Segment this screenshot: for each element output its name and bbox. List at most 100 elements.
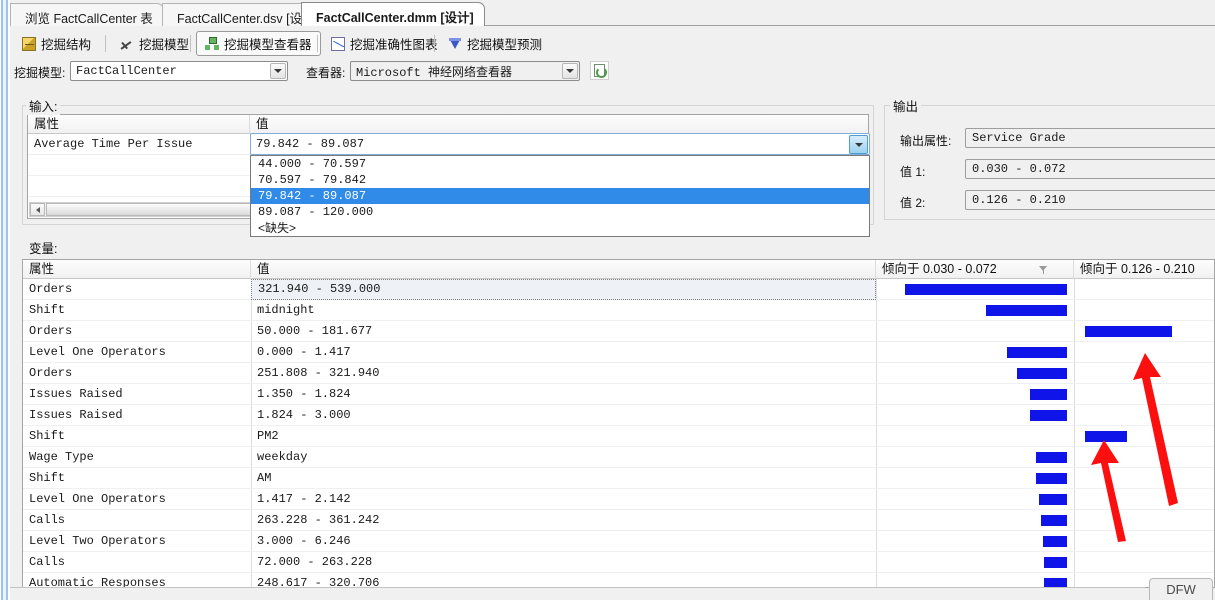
input-col-attribute[interactable]: 属性 (28, 115, 250, 134)
mining-model-value: FactCallCenter (76, 64, 177, 78)
favors-1-bar (1036, 452, 1067, 463)
table-row[interactable]: Issues Raised 1.824 - 3.000 (23, 405, 1214, 426)
mining-model-label: 挖掘模型: (14, 66, 66, 80)
favors-1-bar (1007, 347, 1067, 358)
favors-1-bar (1043, 536, 1067, 547)
variables-col-favors-2[interactable]: 倾向于 0.126 - 0.210 (1074, 260, 1214, 279)
refresh-viewer-button[interactable] (590, 61, 609, 80)
dropdown-option[interactable]: 44.000 - 70.597 (251, 156, 869, 172)
row-attribute: Shift (29, 303, 66, 317)
table-row[interactable]: Shift PM2 (23, 426, 1214, 447)
document-tab-browse[interactable]: 浏览 FactCallCenter 表 (10, 3, 164, 26)
tab-mining-structure[interactable]: 挖掘结构 (14, 31, 99, 56)
row-value: PM2 (257, 429, 279, 443)
designer-tab-row: 挖掘结构 挖掘模型 挖掘模型查看器 挖掘准确性图表 挖掘模型预测 (10, 31, 1215, 57)
row-attribute: Issues Raised (29, 387, 123, 401)
row-value: 1.824 - 3.000 (257, 408, 351, 422)
favors-2-bar (1085, 326, 1172, 337)
favors-1-bar (1036, 473, 1067, 484)
document-tab-dmm[interactable]: FactCallCenter.dmm [设计] (301, 2, 485, 26)
row-value: 0.000 - 1.417 (257, 345, 351, 359)
row-value: 3.000 - 6.246 (257, 534, 351, 548)
table-row[interactable]: Issues Raised 1.350 - 1.824 (23, 384, 1214, 405)
table-row[interactable]: Shift midnight (23, 300, 1214, 321)
input-col-value[interactable]: 值 (250, 115, 868, 134)
input-table-header: 属性 值 (28, 115, 868, 134)
row-attribute: Wage Type (29, 450, 94, 464)
row-attribute: Level Two Operators (29, 534, 166, 548)
row-attribute: Orders (29, 282, 73, 296)
row-value: 1.350 - 1.824 (257, 387, 351, 401)
document-tab-strip: 浏览 FactCallCenter 表 FactCallCenter.dsv [… (10, 0, 1215, 26)
viewer-chevron-down-icon[interactable] (562, 63, 578, 79)
dropdown-option-selected[interactable]: 79.842 - 89.087 (251, 188, 869, 204)
input-row-attribute: Average Time Per Issue (34, 137, 193, 151)
tab-mining-model-viewer-label: 挖掘模型查看器 (224, 38, 312, 52)
table-row[interactable]: Orders 50.000 - 181.677 (23, 321, 1214, 342)
mining-model-label-wrap: 挖掘模型: (14, 64, 65, 86)
input-value-chevron-down-icon[interactable] (849, 135, 868, 154)
dropdown-option-missing[interactable]: <缺失> (251, 220, 869, 236)
row-attribute: Automatic Responses (29, 576, 166, 588)
chevron-down-icon[interactable] (270, 63, 286, 79)
dropdown-option[interactable]: 89.087 - 120.000 (251, 204, 869, 220)
row-attribute: Shift (29, 429, 66, 443)
table-row[interactable]: Calls 263.228 - 361.242 (23, 510, 1214, 531)
table-row[interactable]: Orders 321.940 - 539.000 (23, 279, 1214, 300)
table-row[interactable]: Wage Type weekday (23, 447, 1214, 468)
tab-mining-model-label: 挖掘模型 (139, 38, 190, 52)
table-row[interactable]: Level Two Operators 3.000 - 6.246 (23, 531, 1214, 552)
table-row[interactable]: Automatic Responses 248.617 - 320.706 (23, 573, 1214, 588)
dropdown-option[interactable]: 70.597 - 79.842 (251, 172, 869, 188)
row-value: 72.000 - 263.228 (257, 555, 373, 569)
tab-accuracy-chart[interactable]: 挖掘准确性图表 (323, 31, 446, 56)
row-value: 321.940 - 539.000 (251, 279, 876, 300)
accuracy-chart-icon (331, 36, 345, 51)
table-row[interactable]: Shift AM (23, 468, 1214, 489)
value1-value: 0.030 - 0.072 (965, 159, 1215, 179)
row-attribute: Issues Raised (29, 408, 123, 422)
table-row[interactable]: Level One Operators 1.417 - 2.142 (23, 489, 1214, 510)
tab-divider-4 (434, 35, 435, 52)
tab-mining-structure-label: 挖掘结构 (41, 38, 92, 52)
favors-2-bar (1085, 431, 1127, 442)
scroll-left-arrow-icon[interactable] (30, 203, 45, 216)
status-badge[interactable]: DFW (1149, 578, 1213, 600)
input-value-selected: 79.842 - 89.087 (256, 137, 365, 151)
row-attribute: Calls (29, 513, 66, 527)
tab-divider-3 (317, 35, 318, 52)
tab-model-prediction-label: 挖掘模型预测 (467, 38, 543, 52)
row-value: 50.000 - 181.677 (257, 324, 373, 338)
variables-table-header: 属性 值 倾向于 0.030 - 0.072 倾向于 0.126 - 0.210 (23, 260, 1214, 279)
favors-1-bar (1044, 557, 1067, 568)
favors-1-bar (1039, 494, 1067, 505)
row-attribute: Orders (29, 324, 73, 338)
table-row[interactable]: Calls 72.000 - 263.228 (23, 552, 1214, 573)
output-attribute-value: Service Grade (965, 128, 1215, 148)
row-attribute: Level One Operators (29, 492, 166, 506)
mining-structure-icon (22, 36, 36, 51)
row-attribute: Shift (29, 471, 66, 485)
viewer-combobox[interactable]: Microsoft 神经网络查看器 (350, 61, 580, 81)
variables-col-value[interactable]: 值 (251, 260, 876, 279)
tab-mining-model[interactable]: 挖掘模型 (112, 31, 197, 56)
refresh-viewer-icon (594, 64, 607, 78)
variables-group-title: 变量: (26, 238, 61, 257)
favors-1-bar (1017, 368, 1067, 379)
viewer-label: 查看器: (306, 66, 346, 80)
favors-1-bar (986, 305, 1067, 316)
input-value-dropdown-list[interactable]: 44.000 - 70.597 70.597 - 79.842 79.842 -… (250, 155, 870, 237)
row-attribute: Calls (29, 555, 66, 569)
variables-col-attribute[interactable]: 属性 (23, 260, 251, 279)
filter-icon[interactable] (1039, 266, 1048, 274)
input-group-title: 输入: (26, 96, 61, 115)
table-row[interactable]: Orders 251.808 - 321.940 (23, 363, 1214, 384)
tab-mining-model-viewer[interactable]: 挖掘模型查看器 (196, 31, 321, 56)
row-value: 263.228 - 361.242 (257, 513, 380, 527)
mining-model-combobox[interactable]: FactCallCenter (70, 61, 288, 81)
table-row[interactable]: Level One Operators 0.000 - 1.417 (23, 342, 1214, 363)
tab-model-prediction[interactable]: 挖掘模型预测 (440, 31, 550, 56)
row-value: midnight (257, 303, 315, 317)
favors-1-bar (905, 284, 1067, 295)
input-value-combobox[interactable]: 79.842 - 89.087 (250, 133, 870, 155)
